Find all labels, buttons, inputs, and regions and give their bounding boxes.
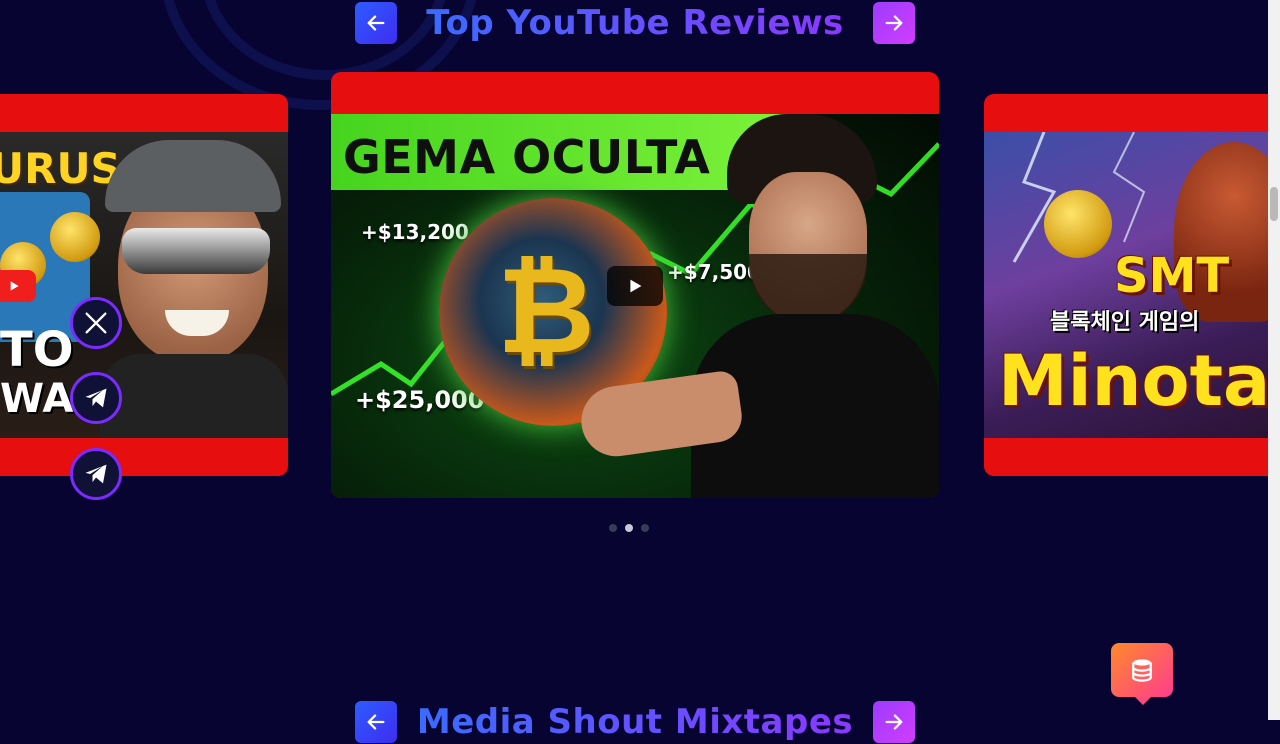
video-thumbnail: GEMA OCULTA +$13,200 +$7,500 +$25,000 ₿ [331,114,939,498]
carousel-next-button[interactable] [873,2,915,44]
section-header-bottom: Media Shout Mixtapes [355,700,915,744]
arrow-left-icon [367,714,385,730]
carousel-dot[interactable] [609,524,617,532]
x-social-button[interactable] [70,297,122,349]
arrow-right-icon [885,714,903,730]
sunglasses-image [122,228,270,274]
gain-label: +$13,200 [361,220,469,244]
youtube-logo-icon [0,270,36,302]
scrollbar-thumb[interactable] [1270,187,1278,221]
x-icon [85,312,107,334]
coin-stack-icon [1132,659,1152,682]
floating-widget-button[interactable] [1111,643,1173,705]
video-thumbnail: URUS TO WAIT [0,132,288,438]
carousel-dot-active[interactable] [625,524,633,532]
section-title: Top YouTube Reviews [426,3,844,43]
video-card-center[interactable]: GEMA OCULTA +$13,200 +$7,500 +$25,000 ₿ [331,72,939,498]
section-header-top: Top YouTube Reviews [355,1,915,45]
carousel-next-button[interactable] [872,701,915,743]
carousel-dot[interactable] [641,524,649,532]
arrow-right-icon [885,15,903,31]
bitcoin-icon: ₿ [497,242,595,381]
video-card-left[interactable]: URUS TO WAIT [0,94,288,476]
arrow-left-icon [367,15,385,31]
shirt-image [100,354,288,438]
thumbnail-subtitle: 블록체인 게임의 [1050,310,1200,335]
thumbnail-text: TO [0,322,74,378]
gain-label: +$25,000 [355,386,485,414]
thumbnail-headline: SMT [1114,248,1230,304]
play-button[interactable] [607,266,663,306]
telegram-social-button[interactable] [70,448,122,500]
telegram-icon [85,464,107,484]
thumbnail-headline: Minota [998,340,1271,422]
cap-image [105,140,281,212]
gain-label: +$7,500 [667,260,761,284]
carousel-prev-button[interactable] [355,2,397,44]
page-scrollbar[interactable] [1268,0,1280,720]
gold-coin-image [50,212,100,262]
carousel-pagination [609,524,649,532]
gold-coin-image [1044,190,1112,258]
telegram-icon [85,388,107,408]
play-icon [630,279,642,293]
video-thumbnail: SMT 블록체인 게임의 Minota [984,132,1280,438]
video-card-right[interactable]: SMT 블록체인 게임의 Minota [984,94,1280,476]
carousel-prev-button[interactable] [355,701,397,743]
section-title: Media Shout Mixtapes [416,702,854,742]
thumbnail-text: URUS [0,144,121,193]
telegram-social-button[interactable] [70,372,122,424]
